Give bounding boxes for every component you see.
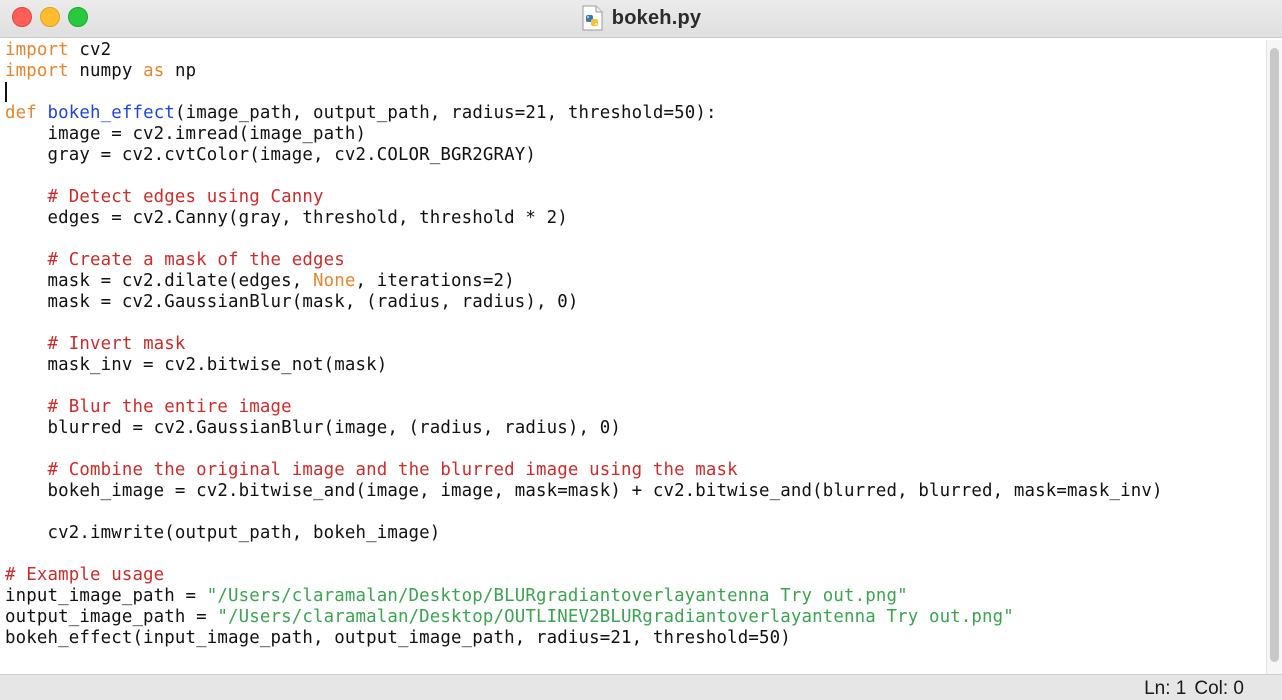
code-line: # Combine the original image and the blu… <box>5 460 1266 481</box>
comment-token: # Blur the entire image <box>47 397 292 417</box>
code-line: # Invert mask <box>5 334 1266 355</box>
code-token: output_image_path = <box>5 607 218 627</box>
code-line: gray = cv2.cvtColor(image, cv2.COLOR_BGR… <box>5 145 1266 166</box>
keyword-token: def <box>5 103 37 123</box>
window-title-group: bokeh.py <box>0 4 1282 32</box>
code-token: mask = cv2.dilate(edges, <box>5 271 313 291</box>
column-number-readout: Col: 0 <box>1194 678 1244 699</box>
scrollbar-thumb[interactable] <box>1270 48 1279 662</box>
code-line: image = cv2.imread(image_path) <box>5 124 1266 145</box>
code-token: (image_path, output_path, radius=21, thr… <box>174 103 717 123</box>
code-token: blurred = cv2.GaussianBlur(image, (radiu… <box>5 418 621 438</box>
code-token: np <box>164 61 197 81</box>
title-bar: bokeh.py <box>0 0 1282 38</box>
code-token: bokeh_effect(input_image_path, output_im… <box>5 628 791 648</box>
code-token: , iterations=2) <box>355 271 515 291</box>
text-cursor <box>5 82 7 102</box>
code-line: edges = cv2.Canny(gray, threshold, thres… <box>5 208 1266 229</box>
comment-token: # Example usage <box>5 565 165 585</box>
code-token: input_image_path = <box>5 586 207 606</box>
code-line: ​ <box>5 229 1266 250</box>
code-token: numpy <box>68 61 144 81</box>
code-line: ​ <box>5 502 1266 523</box>
code-line: # Blur the entire image <box>5 397 1266 418</box>
vertical-scrollbar[interactable] <box>1266 40 1282 674</box>
code-line: mask = cv2.GaussianBlur(mask, (radius, r… <box>5 292 1266 313</box>
code-line: output_image_path = "/Users/claramalan/D… <box>5 607 1266 628</box>
code-line: # Create a mask of the edges <box>5 250 1266 271</box>
window-title: bokeh.py <box>611 6 702 29</box>
code-line: import numpy as np <box>5 61 1266 82</box>
code-line: # Example usage <box>5 565 1266 586</box>
code-line: # Detect edges using Canny <box>5 187 1266 208</box>
keyword-token: None <box>312 271 356 291</box>
code-line: input_image_path = "/Users/claramalan/De… <box>5 586 1266 607</box>
code-token: edges = cv2.Canny(gray, threshold, thres… <box>5 208 568 228</box>
status-bar: Ln: 1 Col: 0 <box>0 674 1282 700</box>
code-line: ​ <box>5 166 1266 187</box>
comment-token: # Create a mask of the edges <box>47 250 345 270</box>
code-line: ​ <box>5 439 1266 460</box>
string-token: "/Users/claramalan/Desktop/BLURgradianto… <box>206 586 908 606</box>
code-line: ​ <box>5 313 1266 334</box>
code-line: bokeh_effect(input_image_path, output_im… <box>5 628 1266 649</box>
code-line: import cv2 <box>5 40 1266 61</box>
code-line: ​ <box>5 544 1266 565</box>
keyword-token: import <box>5 40 69 60</box>
code-line: cv2.imwrite(output_path, bokeh_image) <box>5 523 1266 544</box>
python-file-icon <box>581 5 603 31</box>
comment-token: # Combine the original image and the blu… <box>47 460 738 480</box>
code-line: def bokeh_effect(image_path, output_path… <box>5 103 1266 124</box>
code-token: mask = cv2.GaussianBlur(mask, (radius, r… <box>5 292 579 312</box>
code-token: cv2 <box>68 40 112 60</box>
code-editor[interactable]: import cv2import numpy as np​def bokeh_e… <box>0 40 1266 674</box>
comment-token: # Invert mask <box>47 334 186 354</box>
code-line: bokeh_image = cv2.bitwise_and(image, ima… <box>5 481 1266 502</box>
code-line: ​ <box>5 376 1266 397</box>
code-token: bokeh_image = cv2.bitwise_and(image, ima… <box>5 481 1163 501</box>
code-line: mask_inv = cv2.bitwise_not(mask) <box>5 355 1266 376</box>
code-token: image = cv2.imread(image_path) <box>5 124 367 144</box>
code-token: gray = cv2.cvtColor(image, cv2.COLOR_BGR… <box>5 145 537 165</box>
string-token: "/Users/claramalan/Desktop/OUTLINEV2BLUR… <box>217 607 1014 627</box>
code-token: cv2.imwrite(output_path, bokeh_image) <box>5 523 441 543</box>
line-number-readout: Ln: 1 <box>1144 678 1187 699</box>
keyword-token: import <box>5 61 69 81</box>
code-line: ​ <box>5 82 1266 103</box>
code-line: mask = cv2.dilate(edges, None, iteration… <box>5 271 1266 292</box>
keyword-token: as <box>143 61 165 81</box>
code-text-area[interactable]: import cv2import numpy as np​def bokeh_e… <box>0 40 1266 649</box>
cursor-position: Ln: 1 Col: 0 <box>1144 678 1244 700</box>
function-name-token: bokeh_effect <box>47 103 175 123</box>
comment-token: # Detect edges using Canny <box>47 187 324 207</box>
code-line: blurred = cv2.GaussianBlur(image, (radiu… <box>5 418 1266 439</box>
code-token: mask_inv = cv2.bitwise_not(mask) <box>5 355 388 375</box>
